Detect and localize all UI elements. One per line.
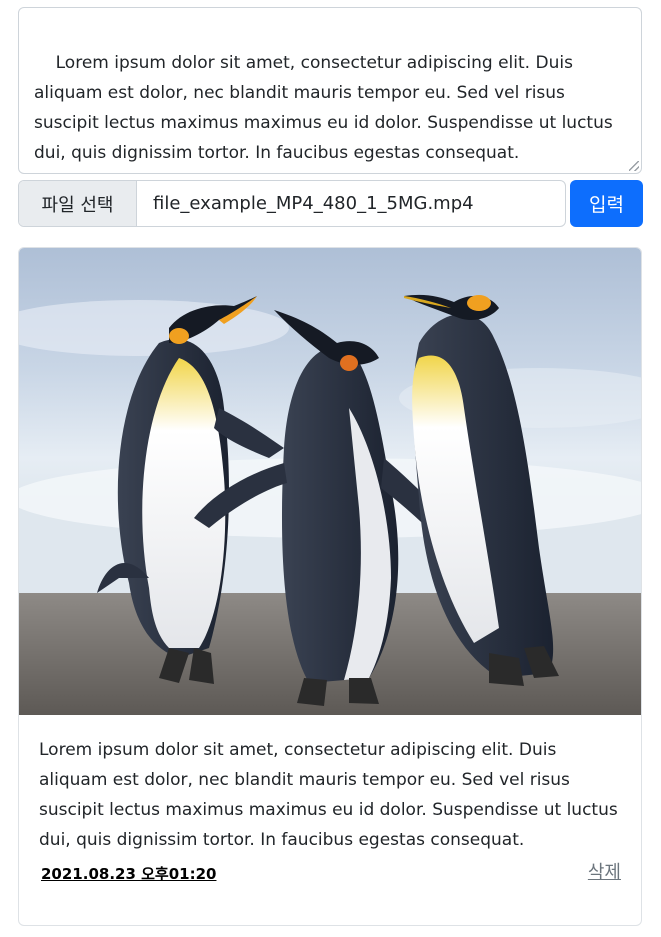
- selected-file-name: file_example_MP4_480_1_5MG.mp4: [153, 193, 474, 214]
- post-date: 2021.08.23 오후01:20: [41, 865, 217, 883]
- post-text: Lorem ipsum dolor sit amet, consectetur …: [39, 740, 618, 850]
- file-input[interactable]: 파일 선택 file_example_MP4_480_1_5MG.mp4: [18, 180, 566, 227]
- submit-button[interactable]: 입력: [570, 180, 643, 227]
- post-composer: Lorem ipsum dolor sit amet, consectetur …: [18, 7, 643, 227]
- upload-row: 파일 선택 file_example_MP4_480_1_5MG.mp4 입력: [18, 180, 643, 227]
- post-textarea[interactable]: Lorem ipsum dolor sit amet, consectetur …: [18, 7, 642, 174]
- post-body: Lorem ipsum dolor sit amet, consectetur …: [19, 715, 641, 925]
- choose-file-button[interactable]: 파일 선택: [19, 181, 137, 226]
- delete-link[interactable]: 삭제: [588, 858, 621, 884]
- resize-handle-icon[interactable]: [629, 161, 639, 171]
- post-card: Lorem ipsum dolor sit amet, consectetur …: [18, 247, 642, 926]
- post-textarea-text: Lorem ipsum dolor sit amet, consectetur …: [34, 53, 619, 163]
- post-image: [19, 248, 641, 715]
